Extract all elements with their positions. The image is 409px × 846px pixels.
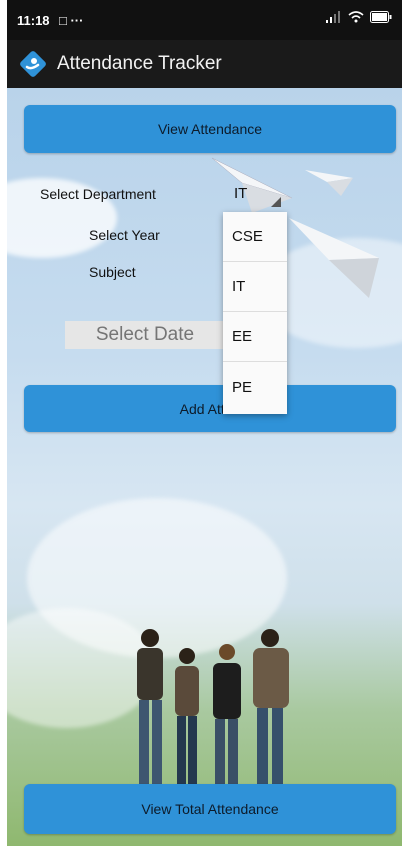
app-bar: Attendance Tracker xyxy=(7,40,402,88)
battery-icon xyxy=(370,11,392,23)
year-label: Select Year xyxy=(89,227,160,243)
status-time: 11:18 xyxy=(17,13,50,28)
status-extra-icons: □ ··· xyxy=(59,13,84,28)
paper-plane-icon xyxy=(305,170,353,196)
signal-icon xyxy=(326,11,340,23)
view-attendance-button[interactable]: View Attendance xyxy=(24,105,396,153)
main-content: View Attendance Select Department IT Sel… xyxy=(7,88,402,846)
select-date-field[interactable] xyxy=(65,321,225,349)
dropdown-option-ee[interactable]: EE xyxy=(223,312,287,362)
status-icons xyxy=(326,11,392,23)
view-total-attendance-button[interactable]: View Total Attendance xyxy=(24,784,396,834)
app-title: Attendance Tracker xyxy=(57,53,222,74)
department-dropdown: CSE IT EE PE xyxy=(223,212,287,414)
subject-label: Subject xyxy=(89,264,136,280)
department-spinner[interactable]: IT xyxy=(234,185,247,202)
dropdown-option-it[interactable]: IT xyxy=(223,262,287,312)
status-bar: 11:18 □ ··· xyxy=(7,0,402,40)
spinner-arrow-icon xyxy=(271,197,281,207)
hand-logo-icon xyxy=(20,51,46,77)
department-label: Select Department xyxy=(40,186,156,202)
app-screen: 11:18 □ ··· Attendance Tracker View Atte… xyxy=(7,0,402,846)
wifi-icon xyxy=(348,11,364,23)
dropdown-option-pe[interactable]: PE xyxy=(223,362,287,412)
dropdown-option-cse[interactable]: CSE xyxy=(223,212,287,262)
add-attendance-button[interactable]: Add Atten xyxy=(24,385,396,432)
paper-plane-icon xyxy=(289,218,379,298)
